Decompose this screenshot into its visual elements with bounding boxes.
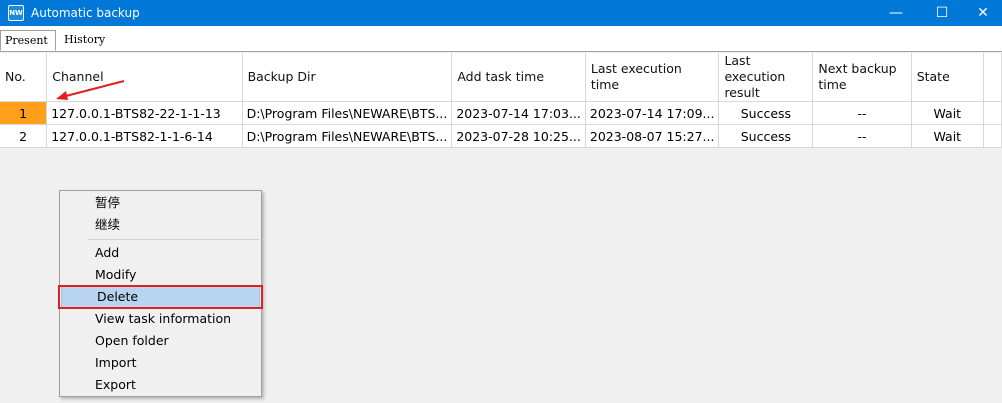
table-row[interactable]: 2 127.0.0.1-BTS82-1-1-6-14 D:\Program Fi… xyxy=(0,124,1002,148)
row-filler-cell xyxy=(983,124,1002,148)
title-bar: NW Automatic backup — ☐ ✕ xyxy=(0,0,1002,26)
column-header-last-execution-time[interactable]: Last execution time xyxy=(585,53,720,102)
row-filler-cell xyxy=(983,101,1002,125)
backup-task-table: No. Channel Backup Dir Add task time Las… xyxy=(0,53,1002,148)
backup-dir-cell[interactable]: D:\Program Files\NEWARE\BTS... xyxy=(242,101,453,125)
annotation-highlight-box xyxy=(58,285,263,309)
menu-item-modify[interactable]: Modify xyxy=(60,264,261,286)
column-header-next-backup-time[interactable]: Next backup time xyxy=(812,53,912,102)
menu-item-continue[interactable]: 继续 xyxy=(60,214,261,236)
row-no-cell[interactable]: 2 xyxy=(0,124,48,148)
tab-history[interactable]: History xyxy=(60,30,114,51)
table-row[interactable]: 1 127.0.0.1-BTS82-22-1-1-13 D:\Program F… xyxy=(0,101,1002,125)
state-cell[interactable]: Wait xyxy=(911,124,984,148)
tab-present[interactable]: Present xyxy=(0,30,56,51)
last-execution-time-cell[interactable]: 2023-08-07 15:27... xyxy=(585,124,720,148)
channel-cell[interactable]: 127.0.0.1-BTS82-1-1-6-14 xyxy=(46,124,243,148)
backup-dir-cell[interactable]: D:\Program Files\NEWARE\BTS... xyxy=(242,124,453,148)
maximize-button[interactable]: ☐ xyxy=(919,0,965,26)
minimize-button[interactable]: — xyxy=(873,0,919,26)
add-task-time-cell[interactable]: 2023-07-14 17:03... xyxy=(451,101,586,125)
column-header-state[interactable]: State xyxy=(911,53,984,102)
close-button[interactable]: ✕ xyxy=(960,0,1002,26)
next-backup-time-cell[interactable]: -- xyxy=(812,124,912,148)
tab-strip: Present History xyxy=(0,26,1002,52)
last-execution-result-cell[interactable]: Success xyxy=(718,124,814,148)
menu-item-export[interactable]: Export xyxy=(60,374,261,396)
row-no-cell[interactable]: 1 xyxy=(0,101,48,125)
menu-item-add[interactable]: Add xyxy=(60,242,261,264)
column-header-filler xyxy=(983,53,1002,102)
add-task-time-cell[interactable]: 2023-07-28 10:25... xyxy=(451,124,586,148)
column-header-backup-dir[interactable]: Backup Dir xyxy=(242,53,453,102)
annotation-arrow-icon xyxy=(56,80,125,100)
channel-cell[interactable]: 127.0.0.1-BTS82-22-1-1-13 xyxy=(46,101,243,125)
menu-item-import[interactable]: Import xyxy=(60,352,261,374)
column-header-last-execution-result[interactable]: Last execution result xyxy=(718,53,814,102)
app-icon: NW xyxy=(8,5,24,21)
column-header-add-task-time[interactable]: Add task time xyxy=(451,53,586,102)
table-header-row: No. Channel Backup Dir Add task time Las… xyxy=(0,53,1002,102)
column-header-no[interactable]: No. xyxy=(0,53,48,102)
last-execution-result-cell[interactable]: Success xyxy=(718,101,814,125)
window-title: Automatic backup xyxy=(31,6,140,20)
menu-item-view-task-information[interactable]: View task information xyxy=(60,308,261,330)
menu-item-pause[interactable]: 暂停 xyxy=(60,192,261,214)
last-execution-time-cell[interactable]: 2023-07-14 17:09... xyxy=(585,101,720,125)
next-backup-time-cell[interactable]: -- xyxy=(812,101,912,125)
menu-item-open-folder[interactable]: Open folder xyxy=(60,330,261,352)
state-cell[interactable]: Wait xyxy=(911,101,984,125)
menu-separator xyxy=(88,239,259,240)
